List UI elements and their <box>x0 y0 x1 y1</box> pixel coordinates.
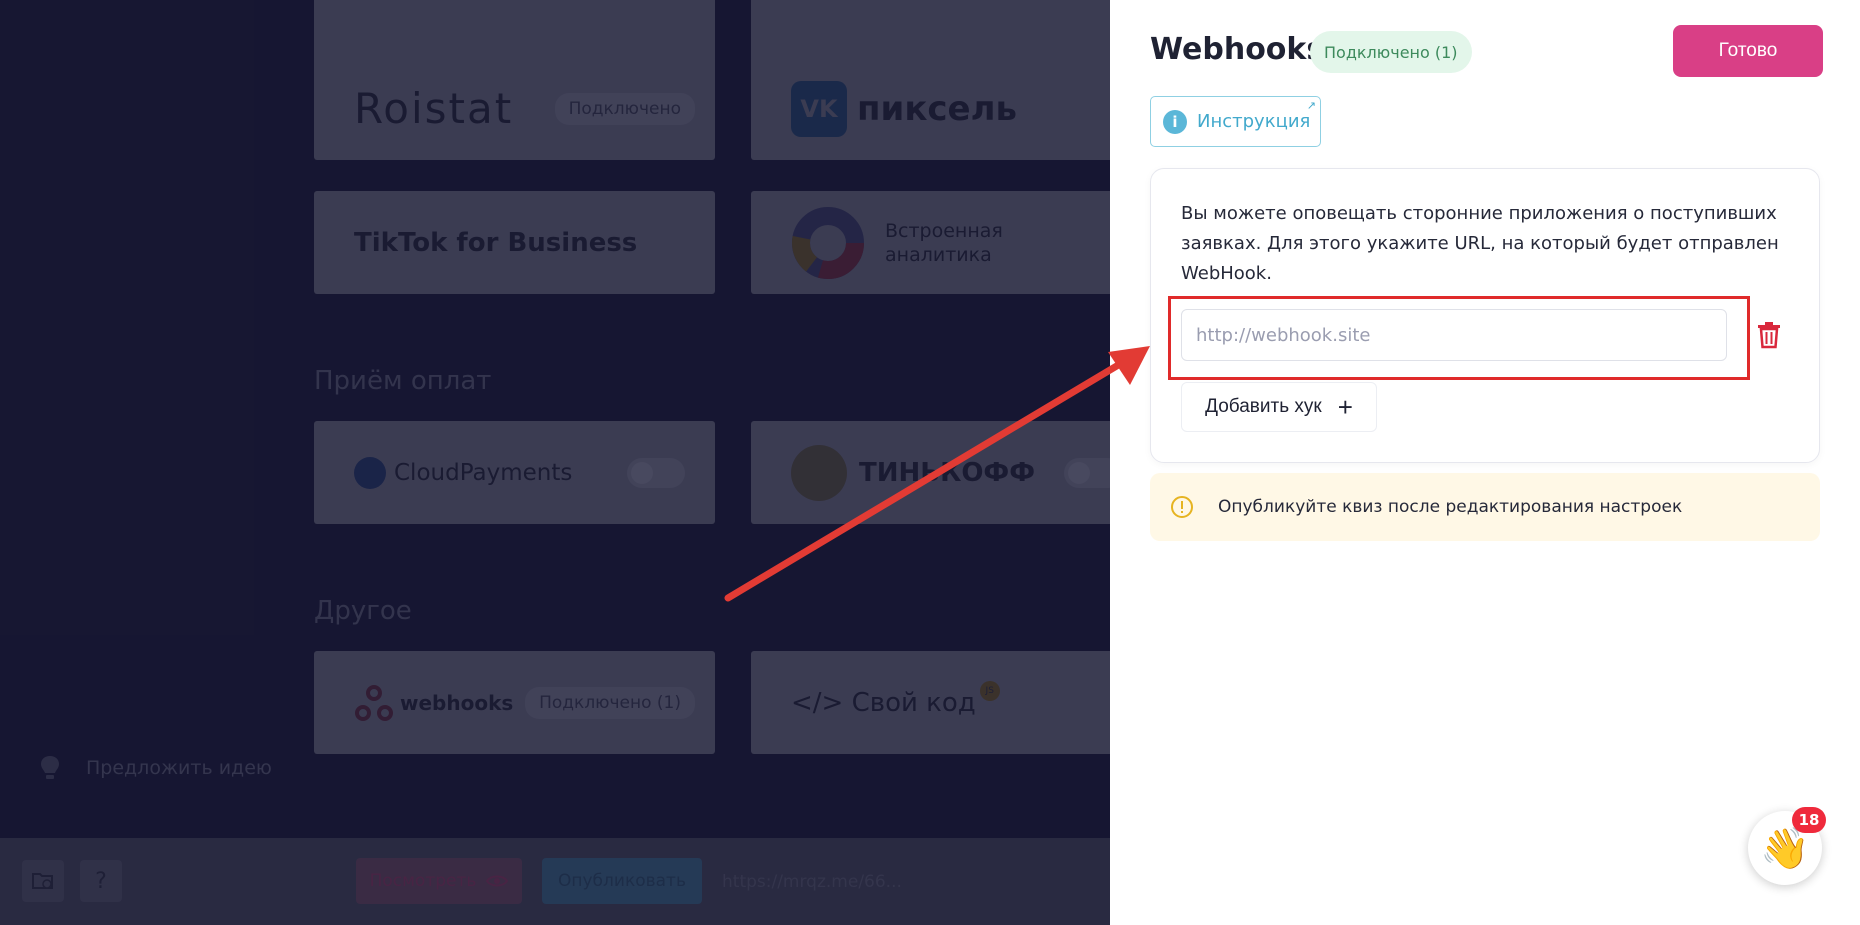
folder-clock-icon <box>32 873 53 889</box>
cloudpayments-logo: CloudPayments <box>394 459 573 486</box>
webhooks-description: Вы можете оповещать сторонние приложения… <box>1181 203 1779 284</box>
add-hook-label: Добавить хук <box>1205 396 1322 417</box>
plus-icon: + <box>1337 392 1353 422</box>
status-badge: Подключено (1) <box>525 686 695 719</box>
donut-chart-icon <box>792 206 864 279</box>
suggest-idea-link[interactable]: Предложить идею <box>40 755 272 781</box>
section-title-other: Другое <box>314 596 412 626</box>
webhooks-panel: Webhooks Подключено (1) Готово i Инструк… <box>1110 0 1860 925</box>
instruction-label: Инструкция <box>1197 111 1311 132</box>
integration-card-vk-pixel[interactable]: VK пиксель <box>751 57 1110 160</box>
connected-badge: Подключено (1) <box>1310 31 1472 73</box>
preview-label: Посмотреть <box>369 871 477 891</box>
integration-card-custom-code[interactable]: </> Свой код JS <box>751 651 1110 754</box>
panel-title: Webhooks <box>1150 32 1325 67</box>
lightbulb-icon <box>41 756 59 779</box>
status-badge: Подключено <box>554 92 695 125</box>
js-badge: JS <box>979 681 1000 701</box>
external-link-icon: ↗ <box>1306 99 1316 112</box>
integration-card-webhooks[interactable]: webhooks Подключено (1) <box>314 651 715 754</box>
webhooks-logo: webhooks <box>400 690 514 715</box>
instruction-link[interactable]: i Инструкция ↗ <box>1150 96 1321 147</box>
toggle-switch[interactable] <box>627 457 685 488</box>
webhooks-settings-card: Вы можете оповещать сторонние приложения… <box>1150 168 1820 463</box>
background-app: Roistat Подключено VK пиксель TikTok for… <box>0 0 1110 925</box>
bottom-toolbar: ? Посмотреть Опубликовать https://mrqz.m… <box>0 838 1110 925</box>
info-icon: i <box>1163 109 1187 134</box>
add-hook-button[interactable]: Добавить хук + <box>1181 382 1377 432</box>
folder-clock-button[interactable] <box>22 860 64 902</box>
integration-card-cloudpayments[interactable]: CloudPayments <box>314 421 715 524</box>
cloudpayments-icon <box>354 456 386 489</box>
preview-button[interactable]: Посмотреть <box>356 858 522 904</box>
help-button[interactable]: ? <box>80 860 122 902</box>
integration-card-tinkoff[interactable]: ТИНЬКОФФ <box>751 421 1110 524</box>
tiktok-logo: TikTok for Business <box>354 227 638 258</box>
vk-pixel-logo: пиксель <box>857 88 1018 129</box>
integration-card-roistat[interactable]: Roistat Подключено <box>314 57 715 160</box>
integration-card-analytics[interactable]: Встроенная аналитика <box>751 191 1110 294</box>
quiz-url[interactable]: https://mrqz.me/66... <box>722 872 902 892</box>
integration-card-tiktok[interactable]: TikTok for Business <box>314 191 715 294</box>
done-button[interactable]: Готово <box>1673 25 1823 77</box>
notifications-button[interactable]: 👋 18 <box>1748 807 1826 885</box>
publish-button[interactable]: Опубликовать <box>542 858 702 904</box>
custom-code-logo: </> Свой код <box>791 687 976 718</box>
section-title-payments: Приём оплат <box>314 366 492 396</box>
toggle-switch[interactable] <box>1064 457 1110 488</box>
analytics-label: Встроенная аналитика <box>885 219 1003 266</box>
suggest-idea-label: Предложить идею <box>86 757 272 779</box>
roistat-logo: Roistat <box>354 84 514 133</box>
tinkoff-emblem-icon <box>791 444 847 501</box>
eye-icon <box>486 875 509 887</box>
warning-icon <box>1171 496 1193 518</box>
highlight-frame <box>1168 296 1750 380</box>
publish-warning: Опубликуйте квиз после редактирования на… <box>1150 473 1820 541</box>
webhooks-icon <box>355 684 393 721</box>
notification-count: 18 <box>1792 807 1826 833</box>
tinkoff-logo: ТИНЬКОФФ <box>859 457 1035 488</box>
trash-icon[interactable] <box>1756 321 1782 349</box>
warning-text: Опубликуйте квиз после редактирования на… <box>1218 497 1683 517</box>
vk-icon: VK <box>791 80 847 137</box>
